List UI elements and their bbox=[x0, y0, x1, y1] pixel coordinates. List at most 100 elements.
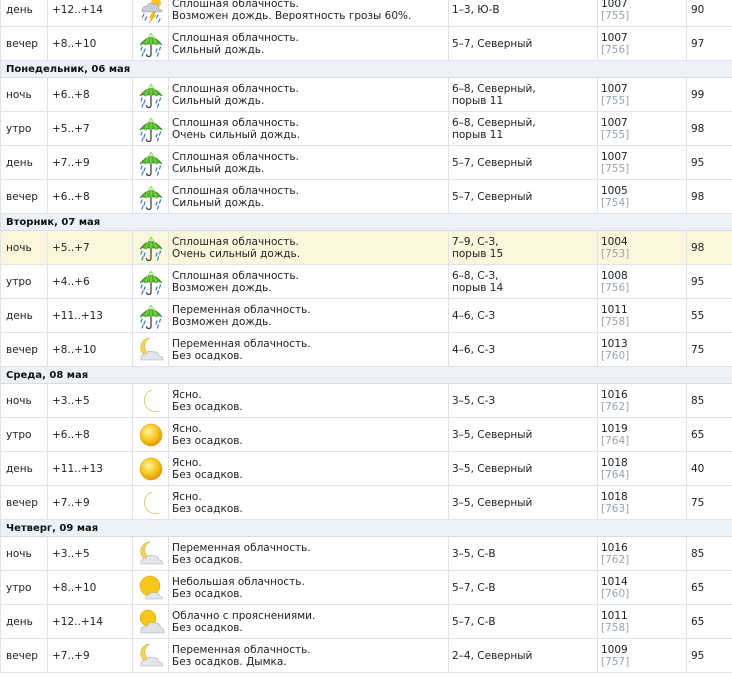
umbrella-rain-icon bbox=[137, 30, 165, 58]
temperature: +8..+10 bbox=[47, 26, 133, 61]
temperature-value: +7..+9 bbox=[52, 496, 90, 509]
moon-icon bbox=[137, 387, 165, 415]
wind: 6–8, Северный, порыв 11 bbox=[448, 77, 598, 112]
day-header: Четверг, 09 мая bbox=[0, 519, 732, 537]
pressure: 1011 [758] bbox=[597, 604, 687, 639]
wind-line-1: 5–7, С-В bbox=[452, 615, 496, 628]
weather-description: Ясно. Без осадков. bbox=[168, 383, 449, 418]
wind-line-1: 5–7, С-В bbox=[452, 581, 496, 594]
humidity-value: 65 bbox=[691, 615, 705, 628]
weather-icon-cell bbox=[132, 383, 169, 418]
temperature: +3..+5 bbox=[47, 383, 133, 418]
temperature: +12..+14 bbox=[47, 604, 133, 639]
forecast-row[interactable]: вечер +8..+10 Сплошная облачность. Сильный … bbox=[0, 26, 732, 61]
temperature: +5..+7 bbox=[47, 111, 133, 146]
weather-description: Сплошная облачность. Сильный дождь. bbox=[168, 145, 449, 180]
sun-icon bbox=[137, 421, 165, 449]
temperature: +11..+13 bbox=[47, 451, 133, 486]
time-of-day: вечер bbox=[0, 485, 48, 520]
wind-line-1: 3–5, Северный bbox=[452, 428, 533, 441]
pressure: 1009 [757] bbox=[597, 638, 687, 673]
forecast-row[interactable]: вечер +8..+10 Переменная облачность. Без ос… bbox=[0, 332, 732, 367]
forecast-row[interactable]: ночь +3..+5 Ясно. Без осадков. 3–5, С-З 1016[… bbox=[0, 383, 732, 418]
time-of-day-label: вечер bbox=[6, 343, 38, 356]
forecast-row[interactable]: ночь +6..+8 Сплошная облачность. Сильный до… bbox=[0, 77, 732, 112]
pressure-hpa: 1011 bbox=[601, 609, 628, 622]
humidity: 85 bbox=[686, 383, 732, 418]
humidity-value: 85 bbox=[691, 547, 705, 560]
moon-cloud-icon bbox=[137, 642, 165, 670]
wind-gust: порыв 11 bbox=[452, 94, 504, 107]
description-line-2: Без осадков. bbox=[172, 502, 243, 515]
humidity-value: 95 bbox=[691, 275, 705, 288]
day-header: Среда, 08 мая bbox=[0, 366, 732, 384]
humidity: 98 bbox=[686, 230, 732, 265]
humidity-value: 99 bbox=[691, 88, 705, 101]
time-of-day-label: вечер bbox=[6, 190, 38, 203]
weather-icon-cell bbox=[132, 145, 169, 180]
description-line-2: Без осадков. bbox=[172, 587, 243, 600]
pressure: 1013 [760] bbox=[597, 332, 687, 367]
humidity: 99 bbox=[686, 77, 732, 112]
forecast-row[interactable]: ночь +5..+7 Сплошная облачность. Очень силь… bbox=[0, 230, 732, 265]
moon-icon bbox=[137, 489, 165, 517]
forecast-row[interactable]: ночь +3..+5 Переменная облачность. Без осад… bbox=[0, 536, 732, 571]
temperature-value: +11..+13 bbox=[52, 462, 103, 475]
forecast-row[interactable]: вечер +6..+8 Сплошная облачность. Сильный д… bbox=[0, 179, 732, 214]
temperature: +6..+8 bbox=[47, 77, 133, 112]
forecast-row[interactable]: утро +5..+7 Сплошная облачность. Очень силь… bbox=[0, 111, 732, 146]
humidity-value: 97 bbox=[691, 37, 705, 50]
time-of-day: вечер bbox=[0, 26, 48, 61]
pressure: 1016 [762] bbox=[597, 383, 687, 418]
pressure-hpa: 1007 bbox=[601, 116, 628, 129]
forecast-row[interactable]: день +12..+14 Сплошная облачность. Возможен… bbox=[0, 0, 732, 27]
description-line-1: Сплошная облачность. bbox=[172, 269, 299, 282]
forecast-row[interactable]: утро +4..+6 Сплошная облачность. Возможен д… bbox=[0, 264, 732, 299]
forecast-row[interactable]: утро +8..+10 Небольшая облачность. Без осад… bbox=[0, 570, 732, 605]
time-of-day-label: ночь bbox=[6, 88, 32, 101]
pressure: 1008 [756] bbox=[597, 264, 687, 299]
temperature: +11..+13 bbox=[47, 298, 133, 333]
wind: 1–3, Ю-В bbox=[448, 0, 598, 27]
description-line-1: Облачно с прояснениями. bbox=[172, 609, 316, 622]
description-line-1: Переменная облачность. bbox=[172, 303, 311, 316]
umbrella-rain-icon bbox=[137, 149, 165, 177]
humidity: 95 bbox=[686, 145, 732, 180]
temperature-value: +8..+10 bbox=[52, 343, 97, 356]
time-of-day-label: день bbox=[6, 462, 33, 475]
weather-icon-cell bbox=[132, 536, 169, 571]
wind-line-1: 3–5, С-В bbox=[452, 547, 496, 560]
description-line-1: Сплошная облачность. bbox=[172, 0, 299, 10]
forecast-row[interactable]: вечер +7..+9 Переменная облачность. Без оса… bbox=[0, 638, 732, 673]
pressure: 1007 [755] bbox=[597, 0, 687, 27]
pressure-mmhg: [758] bbox=[601, 315, 630, 328]
pressure-mmhg: [755] bbox=[601, 94, 630, 107]
wind: 4–6, С-З bbox=[448, 298, 598, 333]
weather-description: Сплошная облачность. Очень сильный дождь. bbox=[168, 230, 449, 265]
forecast-row[interactable]: вечер +7..+9 Ясно. Без осадков. 3–5, Северны… bbox=[0, 485, 732, 520]
humidity-value: 85 bbox=[691, 394, 705, 407]
weather-icon-cell bbox=[132, 26, 169, 61]
pressure: 1007 [756] bbox=[597, 26, 687, 61]
humidity-value: 98 bbox=[691, 241, 705, 254]
pressure-hpa: 1008 bbox=[601, 269, 628, 282]
sun-cloud-icon bbox=[137, 608, 165, 636]
time-of-day: ночь bbox=[0, 230, 48, 265]
forecast-row[interactable]: день +11..+13 Ясно. Без осадков. 3–5, Северн… bbox=[0, 451, 732, 486]
forecast-row[interactable]: день +12..+14 Облачно с прояснениями. Без о… bbox=[0, 604, 732, 639]
humidity-value: 65 bbox=[691, 581, 705, 594]
wind: 4–6, С-З bbox=[448, 332, 598, 367]
pressure: 1014 [760] bbox=[597, 570, 687, 605]
wind: 2–4, Северный bbox=[448, 638, 598, 673]
forecast-row[interactable]: день +11..+13 Переменная облачность. Возмож… bbox=[0, 298, 732, 333]
pressure: 1016 [762] bbox=[597, 536, 687, 571]
forecast-row[interactable]: утро +6..+8 Ясно. Без осадков. 3–5, Северный… bbox=[0, 417, 732, 452]
description-line-2: Возможен дождь. bbox=[172, 315, 272, 328]
weather-icon-cell bbox=[132, 111, 169, 146]
weather-description: Ясно. Без осадков. bbox=[168, 451, 449, 486]
pressure-mmhg: [757] bbox=[601, 655, 630, 668]
wind-gust: порыв 11 bbox=[452, 128, 504, 141]
description-line-1: Ясно. bbox=[172, 388, 202, 401]
forecast-row[interactable]: день +7..+9 Сплошная облачность. Сильный до… bbox=[0, 145, 732, 180]
temperature-value: +7..+9 bbox=[52, 649, 90, 662]
